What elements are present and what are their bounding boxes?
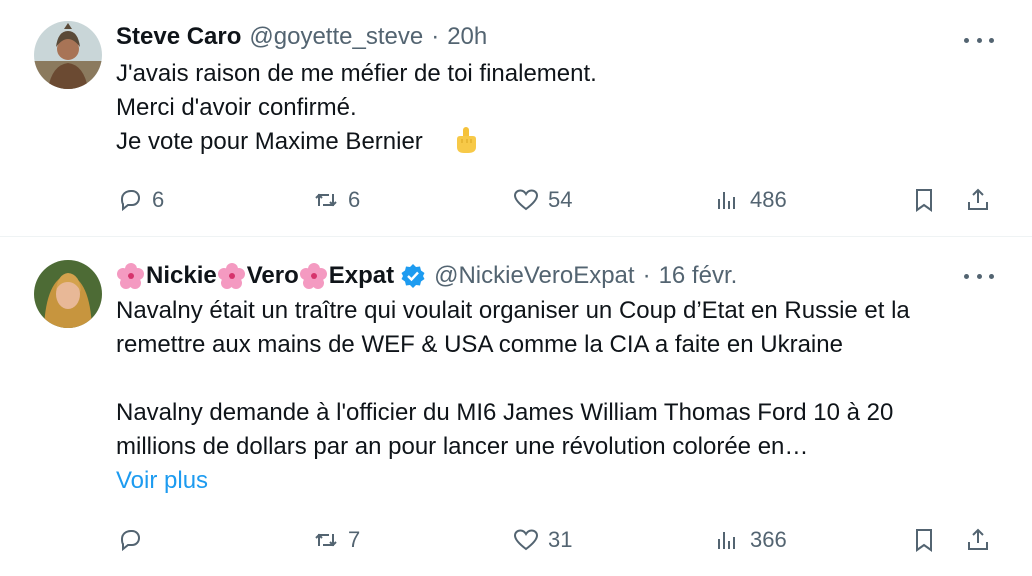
- bookmark-icon: [916, 189, 932, 212]
- bookmark-icon: [916, 529, 932, 552]
- repost-icon: [315, 193, 337, 207]
- like-count: 31: [548, 527, 573, 552]
- share-icon: [968, 528, 988, 550]
- author-name-part[interactable]: Vero: [247, 262, 299, 290]
- author-name-part[interactable]: Nickie: [146, 262, 217, 290]
- tweet-header: Steve Caro @goyette_steve · 20h: [116, 20, 487, 54]
- share-button[interactable]: [964, 522, 992, 558]
- tweet-text-line: Navalny était un traître qui voulait org…: [116, 297, 910, 324]
- tweet-text-line: Je vote pour Maxime Bernier: [116, 125, 597, 159]
- repost-button[interactable]: 6: [312, 182, 360, 218]
- tweet-nickie-vero[interactable]: Nickie Vero Expat @NickieVeroExpat · 16 …: [0, 238, 1032, 576]
- meta-separator: ·: [431, 23, 440, 50]
- tweet-time[interactable]: 16 févr.: [659, 262, 738, 290]
- reply-button[interactable]: 6: [116, 182, 164, 218]
- reply-icon: [120, 190, 141, 212]
- like-button[interactable]: 54: [512, 182, 572, 218]
- tweet-text: J'avais raison de me méfier de toi final…: [116, 57, 597, 159]
- author-name-part[interactable]: Expat: [329, 262, 394, 290]
- share-icon: [968, 188, 988, 210]
- views-count: 366: [750, 527, 787, 552]
- views-chart-icon: [718, 532, 735, 549]
- tweet-actions: 7 31 366: [116, 522, 996, 558]
- tweet-text-line: J'avais raison de me méfier de toi final…: [116, 60, 597, 87]
- tweet-steve-caro[interactable]: Steve Caro @goyette_steve · 20h J'avais …: [0, 0, 1032, 237]
- meta-separator: ·: [642, 262, 651, 289]
- hibiscus-emoji: [217, 263, 245, 289]
- repost-icon: [315, 533, 337, 547]
- show-more-link[interactable]: Voir plus: [116, 464, 1016, 498]
- hibiscus-emoji: [117, 263, 144, 289]
- tweet-text-line: remettre aux mains de WEF & USA comme la…: [116, 331, 843, 358]
- tweet-text-line: millions de dollars par an pour lancer u…: [116, 433, 809, 460]
- share-button[interactable]: [964, 182, 992, 218]
- reply-icon: [120, 530, 141, 552]
- tweet-text-line: Merci d'avoir confirmé.: [116, 94, 357, 121]
- tweet-text: Navalny était un traître qui voulait org…: [116, 294, 1016, 498]
- avatar[interactable]: [34, 260, 102, 328]
- author-handle[interactable]: @goyette_steve: [249, 23, 423, 51]
- views-chart-icon: [718, 192, 735, 209]
- more-options-icon[interactable]: [964, 266, 994, 286]
- tweet-text-line: Navalny demande à l'officier du MI6 Jame…: [116, 399, 894, 426]
- bookmark-button[interactable]: [910, 182, 938, 218]
- hibiscus-emoji: [299, 263, 327, 289]
- like-button[interactable]: 31: [512, 522, 572, 558]
- repost-button[interactable]: 7: [312, 522, 360, 558]
- like-count: 54: [548, 187, 573, 212]
- reply-button[interactable]: [116, 522, 152, 558]
- avatar[interactable]: [34, 21, 102, 89]
- views-count: 486: [750, 187, 787, 212]
- bookmark-button[interactable]: [910, 522, 938, 558]
- author-name[interactable]: Steve Caro: [116, 23, 241, 51]
- middle-finger-emoji: [456, 127, 476, 153]
- views-button[interactable]: 366: [714, 522, 787, 558]
- heart-icon: [513, 189, 539, 211]
- tweet-header: Nickie Vero Expat @NickieVeroExpat · 16 …: [116, 259, 737, 293]
- tweet-actions: 6 6 54 486: [116, 182, 996, 218]
- reply-count: 6: [152, 187, 165, 212]
- repost-count: 7: [348, 527, 361, 552]
- more-options-icon[interactable]: [964, 30, 994, 50]
- views-button[interactable]: 486: [714, 182, 787, 218]
- tweet-time[interactable]: 20h: [447, 23, 487, 51]
- author-handle[interactable]: @NickieVeroExpat: [434, 262, 634, 290]
- repost-count: 6: [348, 187, 361, 212]
- verified-badge-icon[interactable]: [400, 263, 426, 289]
- heart-icon: [513, 529, 539, 551]
